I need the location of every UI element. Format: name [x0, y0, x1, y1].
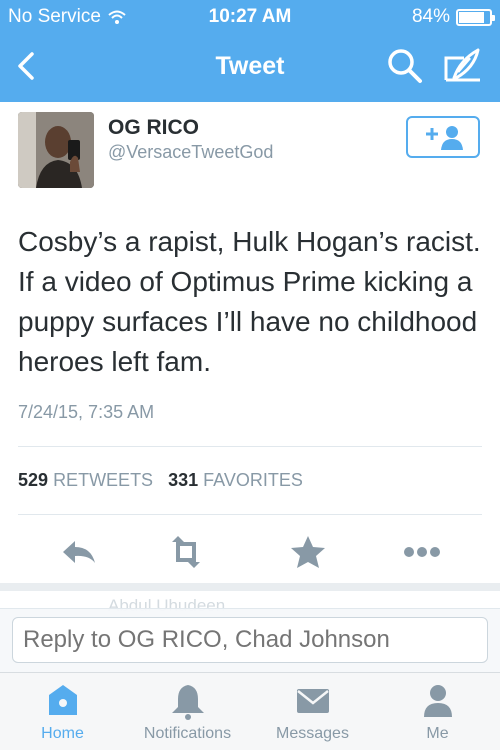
tab-notifications[interactable]: Notifications — [125, 673, 250, 750]
divider — [18, 514, 482, 515]
tab-me[interactable]: Me — [375, 673, 500, 750]
favorite-star-icon[interactable] — [284, 530, 332, 574]
battery-indicator: 84% — [411, 6, 495, 28]
home-icon — [48, 685, 77, 715]
user-handle[interactable]: @VersaceTweetGod — [108, 142, 273, 163]
page-title: Tweet — [215, 52, 285, 80]
section-separator — [0, 583, 500, 591]
tweet-text: Cosby’s a rapist, Hulk Hogan’s racist. I… — [18, 226, 481, 377]
nav-bar: Tweet — [0, 34, 500, 102]
tweet-timestamp: 7/24/15, 7:35 AM — [18, 402, 155, 422]
compose-icon[interactable] — [440, 46, 484, 86]
more-options-icon[interactable] — [398, 530, 446, 574]
divider — [18, 446, 482, 447]
tab-bar: Home Notifications Messages Me — [0, 672, 500, 750]
add-user-icon — [426, 126, 463, 150]
retweets-label[interactable]: RETWEETS — [53, 470, 153, 490]
retweet-count[interactable]: 529 — [18, 470, 48, 490]
header-bar: No Service 10:27 AM 84% Tweet — [0, 0, 500, 102]
avatar[interactable] — [18, 112, 94, 188]
engagement-counts: 529 RETWEETS 331 FAVORITES — [18, 470, 303, 491]
follow-button[interactable] — [406, 116, 480, 158]
tab-home[interactable]: Home — [0, 673, 125, 750]
tab-label: Home — [41, 725, 84, 742]
tab-label: Messages — [276, 725, 349, 742]
person-icon — [423, 685, 452, 717]
tab-label: Me — [426, 725, 449, 742]
avatar-photo — [18, 112, 94, 188]
favorite-count[interactable]: 331 — [168, 470, 198, 490]
tab-messages[interactable]: Messages — [250, 673, 375, 750]
reply-icon[interactable] — [55, 530, 103, 574]
favorites-label[interactable]: FAVORITES — [203, 470, 303, 490]
status-bar: No Service 10:27 AM 84% — [0, 0, 500, 34]
battery-icon — [456, 8, 495, 26]
user-display-name[interactable]: OG RICO — [108, 116, 199, 140]
envelope-icon — [296, 689, 329, 713]
search-icon[interactable] — [385, 46, 425, 86]
reply-input[interactable] — [12, 617, 488, 663]
tweet-actions — [0, 530, 500, 574]
tab-label: Notifications — [143, 725, 232, 742]
retweet-icon[interactable] — [162, 530, 210, 574]
battery-percent: 84% — [411, 6, 450, 27]
bell-icon — [171, 685, 204, 720]
reply-bar — [0, 608, 500, 672]
